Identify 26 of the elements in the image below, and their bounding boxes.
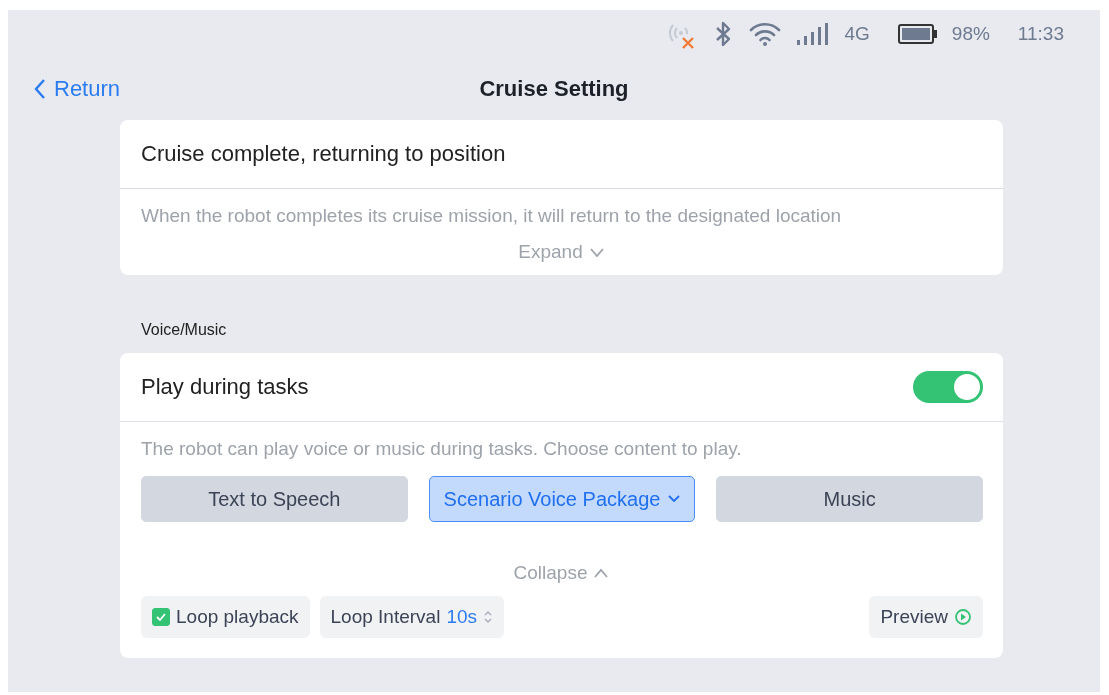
checkmark-icon <box>156 613 166 621</box>
battery-percent: 98% <box>951 23 990 45</box>
setting-title: Cruise complete, returning to position <box>141 141 506 167</box>
setting-description: The robot can play voice or music during tasks. Choose content to play. <box>140 437 743 460</box>
loop-interval-value: 10s <box>446 606 478 628</box>
option-button[interactable]: Music <box>716 476 983 522</box>
setting-description: When the robot completes its cruise mission, it will return to the designated location <box>140 204 843 227</box>
preview-button[interactable]: Preview <box>869 596 983 638</box>
toggle-switch[interactable] <box>913 371 983 403</box>
chevron-up-icon <box>593 568 610 578</box>
play-circle-icon <box>954 608 972 626</box>
section-label: Voice/Music <box>140 320 228 340</box>
setting-title: Play during tasks <box>141 374 309 400</box>
loop-interval-selector[interactable]: Loop Interval 10s <box>319 596 505 638</box>
chevron-left-icon <box>34 78 46 100</box>
option-button[interactable]: Text to Speech <box>141 476 408 522</box>
chevron-down-icon <box>588 247 605 257</box>
loop-interval-label: Loop Interval <box>330 606 441 628</box>
clock-time: 11:33 <box>1017 23 1064 45</box>
cellular-signal-icon <box>796 22 831 46</box>
network-label: 4G <box>844 23 870 45</box>
up-down-chevron-icon <box>483 609 494 625</box>
page-title: Cruise Setting <box>479 76 629 102</box>
loop-playback-checkbox[interactable]: Loop playback <box>141 596 310 638</box>
wifi-icon <box>748 21 783 47</box>
battery-icon <box>897 23 938 45</box>
